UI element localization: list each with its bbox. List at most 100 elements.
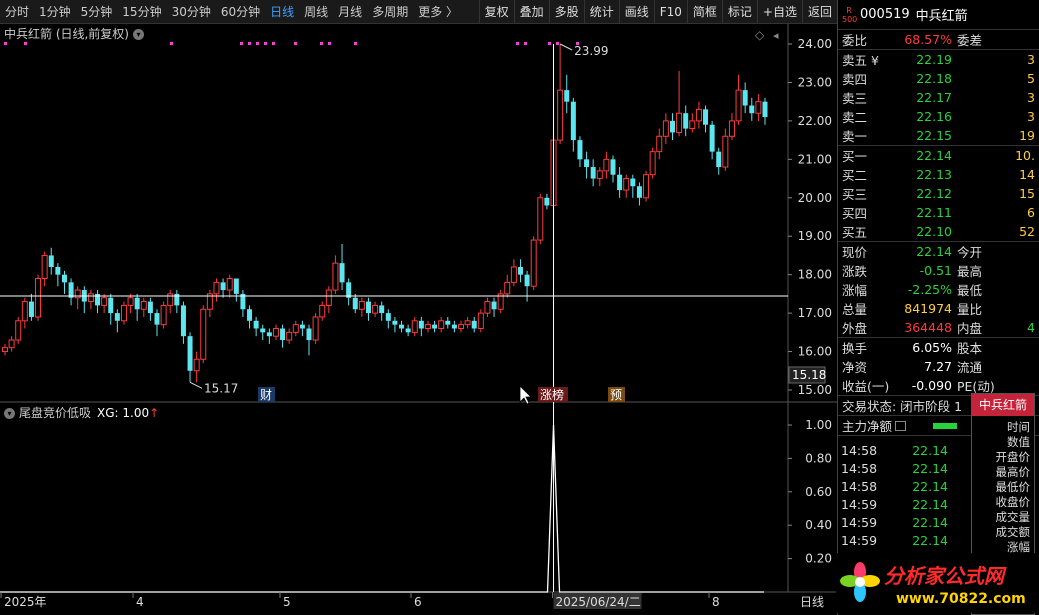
candle-body xyxy=(445,320,451,325)
tick-row-1: 14:58 22.14 xyxy=(841,460,948,476)
signal-dot xyxy=(4,42,7,45)
menu-icon[interactable] xyxy=(895,420,907,431)
sell-orders: 卖五 ¥22.19 3 卖四 22.18 5 卖三 22.17 3 卖二 22.16 3 卖一 22.1… xyxy=(838,50,1039,146)
x-tick-label: 5 xyxy=(283,595,291,609)
quote-panel: R 500 000519 中兵红箭 委比 68.57% 委差 卖五 ¥22.19 3… xyxy=(837,0,1039,615)
signal-dot xyxy=(294,42,297,45)
popup-item-7: 成交额 xyxy=(995,525,1031,539)
stats-block: 现价 22.14 今开 涨跌 -0.51 最高 涨幅 -2.25% 最低 总量 841974 量比 外盘… xyxy=(838,242,1039,338)
y-tick-label: 21.00 xyxy=(798,152,832,166)
candle-body xyxy=(689,120,696,130)
candle-body xyxy=(755,101,762,114)
indicator-options-icon[interactable]: ▾ xyxy=(4,408,15,419)
candle-body xyxy=(683,113,689,129)
candle-body xyxy=(623,178,630,191)
candle-body xyxy=(385,313,391,321)
popup-item-3: 最高价 xyxy=(995,465,1031,479)
candle-body xyxy=(120,304,127,322)
candle-body xyxy=(127,297,134,306)
y-tick-label: 24.00 xyxy=(798,37,832,51)
candle-body xyxy=(399,324,405,329)
buy-row-1: 买二 22.13 14 xyxy=(842,167,1035,183)
candle-body xyxy=(458,324,464,329)
candle-body xyxy=(147,301,153,314)
candle-body xyxy=(695,108,702,122)
svg-text:分析家公式网: 分析家公式网 xyxy=(884,564,1007,588)
candle-body xyxy=(484,301,491,314)
candle-body xyxy=(372,304,379,314)
candle-body xyxy=(491,301,497,310)
candle-body xyxy=(339,263,345,283)
candle-body xyxy=(48,255,54,267)
signal-dot xyxy=(516,42,519,45)
signal-dot xyxy=(354,42,357,45)
popup-item-6: 成交量 xyxy=(995,510,1031,524)
candle-body xyxy=(35,278,42,318)
candle-body xyxy=(570,101,576,141)
sell-row-0: 卖五 ¥22.19 3 xyxy=(842,52,1035,68)
candle-body xyxy=(233,278,239,294)
buy-row-0: 买一 22.14 10. xyxy=(842,148,1035,164)
candle-body xyxy=(260,328,266,333)
net-amount-bar xyxy=(933,423,957,429)
buy-row-4: 买五 22.10 52 xyxy=(842,224,1035,240)
candle-body xyxy=(200,308,207,360)
popup-item-1: 数值 xyxy=(1007,435,1030,449)
candle-body xyxy=(21,301,28,322)
tick-row-4: 14:59 22.14 xyxy=(841,514,948,530)
candle-body xyxy=(564,90,570,102)
candle-body xyxy=(319,304,326,318)
candle-body xyxy=(438,320,445,329)
stat-row-0: 现价 22.14 今开 xyxy=(842,244,983,260)
kline-chart[interactable]: 24.00 23.00 22.00 21.00 20.00 19.00 18.00 17.00… xyxy=(0,0,837,615)
stat-row-2: 涨幅 -2.25% 最低 xyxy=(842,282,983,298)
candle-body xyxy=(306,328,312,341)
candle-body xyxy=(544,197,550,206)
candle-body xyxy=(662,120,669,137)
chart-options-icon[interactable]: ▾ xyxy=(133,29,144,40)
popup-title: 中兵红箭 xyxy=(972,394,1034,416)
candle-body xyxy=(510,266,517,283)
xg-signal-line xyxy=(0,424,764,593)
sell-row-2: 卖三 22.17 3 xyxy=(842,90,1035,106)
candle-body xyxy=(8,339,15,349)
candle-body xyxy=(524,274,530,287)
stat-row-3: 总量 841974 量比 xyxy=(842,301,983,317)
candle-body xyxy=(557,89,564,141)
candle-body xyxy=(617,174,623,191)
candle-body xyxy=(15,320,22,341)
sell-row-3: 卖二 22.16 3 xyxy=(842,109,1035,125)
popup-item-2: 开盘价 xyxy=(995,450,1031,464)
candle-body xyxy=(432,324,438,329)
candle-body xyxy=(332,262,339,291)
y-tick-label: 15.00 xyxy=(798,383,832,397)
signal-dot xyxy=(272,42,275,45)
signal-dot xyxy=(256,42,259,45)
candle-body xyxy=(312,316,319,341)
candle-body xyxy=(636,186,642,198)
tick-row-0: 14:58 22.14 xyxy=(841,442,948,458)
popup-item-0: 时间 xyxy=(1007,420,1030,434)
high-price-label: 23.99 xyxy=(574,44,608,58)
collapse-icon: ◂ xyxy=(773,29,779,42)
tick-row-5: 14:59 22.14 xyxy=(841,532,948,548)
stock-code: 000519 xyxy=(860,7,910,22)
candle-body xyxy=(630,178,636,187)
candle-body xyxy=(405,328,411,333)
candle-body xyxy=(61,274,67,283)
y-tick-label: 20.00 xyxy=(798,191,832,205)
sub-y-tick-label: 0.40 xyxy=(805,518,832,532)
candle-body xyxy=(286,331,293,341)
candle-body xyxy=(418,320,424,329)
stat2-row-1: 净资 7.27 流通 xyxy=(842,359,983,375)
candle-body xyxy=(272,327,279,337)
finance-marker: 财 xyxy=(260,388,272,402)
popup-item-4: 最低价 xyxy=(995,480,1031,494)
signal-dot xyxy=(548,42,551,45)
candle-body xyxy=(537,197,544,241)
tick-list: 14:58 22.14 14:58 22.14 14:58 22.14 14:59 22.14… xyxy=(838,441,969,567)
sell-row-4: 卖一 22.15 19 xyxy=(842,128,1035,144)
candle-body xyxy=(101,297,108,306)
candle-body xyxy=(41,254,48,280)
candle-body xyxy=(504,281,511,295)
